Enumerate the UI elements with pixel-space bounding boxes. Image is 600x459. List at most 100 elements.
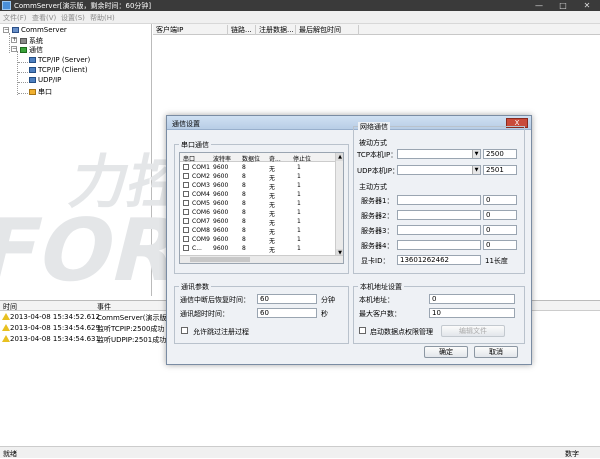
collapse-root-icon[interactable]: − (3, 27, 9, 33)
column-event[interactable]: 事件 (97, 302, 111, 312)
port-cell-data: 8 (242, 245, 246, 252)
port-row[interactable]: COM6 9600 8 无 1 (180, 208, 336, 218)
column-register-data[interactable]: 注册数据... (259, 25, 296, 35)
menu-view[interactable]: 查看(V) (32, 13, 56, 23)
udp-ip-label: UDP本机IP： (357, 167, 400, 175)
computer-icon (12, 27, 19, 33)
udp-port-input[interactable]: 2501 (483, 165, 517, 175)
server1-port-input[interactable]: 0 (483, 195, 517, 205)
column-databits[interactable]: 数据位 (242, 154, 260, 163)
tree-item-comm[interactable]: 通信 (20, 45, 43, 55)
port-checkbox[interactable] (183, 173, 189, 179)
client-list-header: 客户端IP 链路... 注册数据... 最后解包时间 (153, 24, 600, 35)
cancel-button[interactable]: 取消 (474, 346, 518, 358)
menu-settings[interactable]: 设置(S) (61, 13, 85, 23)
port-checkbox[interactable] (183, 164, 189, 170)
comm-params-label: 通讯参数 (179, 282, 211, 292)
port-row[interactable]: COM4 9600 8 无 1 (180, 190, 336, 200)
serial-port-list[interactable]: 串口 波特率 数据位 奇... 停止位 COM1 9600 8 无 1 COM2 9600 8… (179, 152, 344, 264)
port-cell-stop: 1 (297, 164, 301, 171)
port-cell-name: COM5 (192, 200, 210, 207)
sms-id-input[interactable]: 13601262462 (397, 255, 481, 265)
port-checkbox[interactable] (183, 200, 189, 206)
ok-button[interactable]: 确定 (424, 346, 468, 358)
local-addr-input[interactable]: 0 (429, 294, 515, 304)
port-checkbox[interactable] (183, 182, 189, 188)
comm-timeout-unit: 秒 (321, 310, 328, 318)
idle-timeout-label: 通信中断后恢复时间： (180, 296, 250, 304)
port-checkbox[interactable] (183, 191, 189, 197)
server2-ip-input[interactable] (397, 210, 481, 220)
tcp-port-input[interactable]: 2500 (483, 149, 517, 159)
enable-db-permission-checkbox[interactable] (359, 327, 366, 334)
column-parity[interactable]: 奇... (269, 154, 281, 163)
log-row[interactable]: 2013-04-08 15:34:54.631 监听UDPIP:2501成功 (0, 334, 166, 345)
port-cell-data: 8 (242, 164, 246, 171)
port-checkbox[interactable] (183, 209, 189, 215)
column-port[interactable]: 串口 (183, 154, 195, 163)
port-cell-name: COM6 (192, 209, 210, 216)
port-checkbox[interactable] (183, 218, 189, 224)
port-cell-name: COM8 (192, 227, 210, 234)
column-link[interactable]: 链路... (231, 25, 256, 35)
port-row[interactable]: COM1 9600 8 无 1 (180, 163, 336, 173)
port-cell-baud: 9600 (213, 164, 229, 171)
port-checkbox[interactable] (183, 245, 189, 251)
port-checkbox[interactable] (183, 236, 189, 242)
port-row[interactable]: COM7 9600 8 无 1 (180, 217, 336, 227)
port-list-hscrollbar[interactable] (180, 255, 343, 263)
menu-file[interactable]: 文件(F) (3, 13, 27, 23)
expand-system-icon[interactable]: + (11, 37, 17, 43)
log-row[interactable]: 2013-04-08 15:34:52.612 CommServer(演示版，.… (0, 312, 180, 323)
port-list-vscrollbar[interactable]: ▲ ▼ (335, 153, 343, 257)
column-stopbits[interactable]: 停止位 (293, 154, 311, 163)
edit-file-button[interactable]: 编辑文件 (441, 325, 505, 337)
port-row[interactable]: COM2 9600 8 无 1 (180, 172, 336, 182)
column-client-ip[interactable]: 客户端IP (156, 25, 228, 35)
log-row[interactable]: 2013-04-08 15:34:54.629 监听TCPIP:2500成功 (0, 323, 165, 334)
tcp-ip-select[interactable]: ▼ (397, 149, 481, 159)
port-cell-baud: 9600 (213, 236, 229, 243)
udp-ip-select[interactable]: ▼ (397, 165, 481, 175)
port-cell-data: 8 (242, 218, 246, 225)
tree-item-tcp-server[interactable]: TCP/IP (Server) (29, 56, 90, 64)
tree-item-udp[interactable]: UDP/IP (29, 76, 61, 84)
port-row[interactable]: COM8 9600 8 无 1 (180, 226, 336, 236)
scroll-up-icon[interactable]: ▲ (336, 153, 343, 161)
port-row[interactable]: C... 9600 8 无 1 (180, 244, 336, 254)
column-baud[interactable]: 波特率 (213, 154, 231, 163)
menu-help[interactable]: 帮助(H) (90, 13, 115, 23)
server1-ip-input[interactable] (397, 195, 481, 205)
navigation-tree: − CommServer + 系统 − 通信 TCP/IP (Server) T… (0, 24, 152, 296)
menu-bar: 文件(F) 查看(V) 设置(S) 帮助(H) (0, 11, 600, 24)
collapse-comm-icon[interactable]: − (11, 46, 17, 52)
close-window-button[interactable]: ✕ (576, 0, 598, 11)
server4-port-input[interactable]: 0 (483, 240, 517, 250)
passive-mode-label: 被动方式 (359, 139, 387, 147)
port-row[interactable]: COM9 9600 8 无 1 (180, 235, 336, 245)
comm-timeout-input[interactable]: 60 (257, 308, 317, 318)
hscroll-thumb[interactable] (190, 257, 250, 262)
status-bar: 就绪 数字 (0, 446, 600, 458)
server3-ip-input[interactable] (397, 225, 481, 235)
server2-port-input[interactable]: 0 (483, 210, 517, 220)
dialog-title: 通信设置 (172, 120, 200, 128)
server3-port-input[interactable]: 0 (483, 225, 517, 235)
tree-item-tcp-client[interactable]: TCP/IP (Client) (29, 66, 88, 74)
skip-register-checkbox[interactable] (181, 327, 188, 334)
column-time[interactable]: 时间 (3, 302, 17, 312)
port-row[interactable]: COM3 9600 8 无 1 (180, 181, 336, 191)
minimize-button[interactable]: — (528, 0, 550, 11)
idle-timeout-input[interactable]: 60 (257, 294, 317, 304)
tree-item-root[interactable]: CommServer (12, 26, 67, 34)
server4-ip-input[interactable] (397, 240, 481, 250)
max-clients-input[interactable]: 10 (429, 308, 515, 318)
tree-item-serial[interactable]: 串口 (29, 87, 52, 97)
port-cell-name: COM9 (192, 236, 210, 243)
port-checkbox[interactable] (183, 227, 189, 233)
port-row[interactable]: COM5 9600 8 无 1 (180, 199, 336, 209)
column-last-unpack-time[interactable]: 最后解包时间 (299, 25, 359, 35)
maximize-button[interactable]: □ (552, 0, 574, 11)
warning-icon (2, 324, 10, 331)
tcp-ip-label: TCP本机IP： (357, 151, 398, 159)
